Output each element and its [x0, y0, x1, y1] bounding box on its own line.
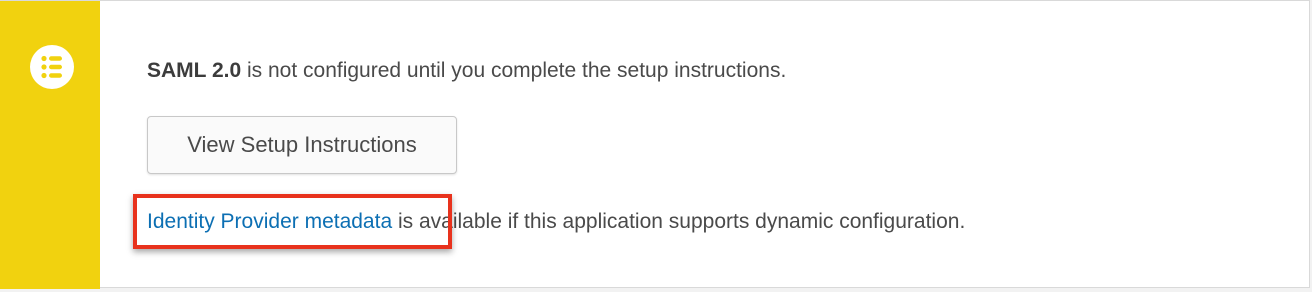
- view-setup-instructions-button[interactable]: View Setup Instructions: [147, 116, 457, 174]
- metadata-message-text: is available if this application support…: [392, 210, 966, 233]
- saml-setup-notice: SAML 2.0 is not configured until you com…: [0, 0, 1310, 289]
- metadata-message: Identity Provider metadata is available …: [147, 209, 965, 235]
- setup-message: SAML 2.0 is not configured until you com…: [147, 59, 786, 83]
- notice-accent-bar: [0, 1, 100, 289]
- identity-provider-metadata-link[interactable]: Identity Provider metadata: [147, 210, 392, 233]
- list-icon: [30, 45, 74, 89]
- app-name: SAML 2.0: [147, 59, 242, 82]
- setup-message-text: is not configured until you complete the…: [241, 59, 787, 82]
